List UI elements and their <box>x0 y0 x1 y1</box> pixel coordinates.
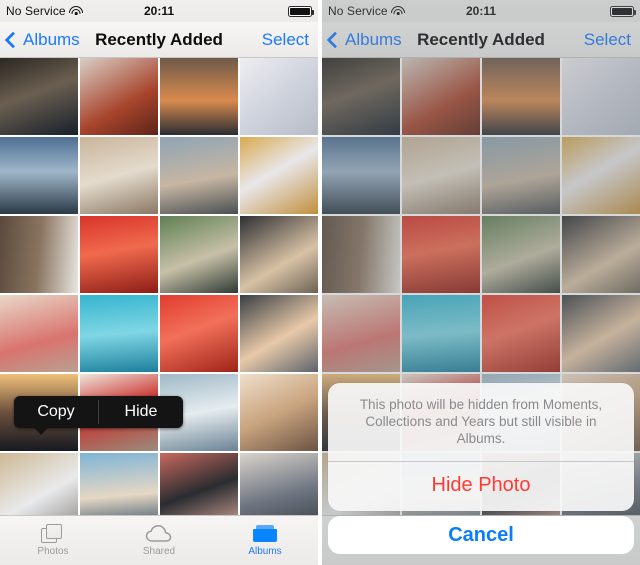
panel-divider <box>318 0 322 565</box>
back-button-label: Albums <box>23 29 80 49</box>
copy-menu-item[interactable]: Copy <box>14 396 98 428</box>
photo-thumbnail[interactable] <box>160 295 238 372</box>
battery-icon <box>288 5 314 17</box>
albums-folder-icon <box>252 524 278 543</box>
hide-photo-action-sheet: This photo will be hidden from Moments, … <box>328 383 634 511</box>
photo-thumbnail-image <box>80 58 158 135</box>
photo-thumbnail-image <box>240 374 318 451</box>
photo-thumbnail[interactable] <box>80 58 158 135</box>
photo-thumbnail[interactable] <box>80 216 158 293</box>
action-sheet-message: This photo will be hidden from Moments, … <box>359 397 603 446</box>
photo-thumbnail[interactable] <box>240 374 318 451</box>
tab-albums[interactable]: Albums <box>212 516 318 565</box>
photo-thumbnail-image <box>240 453 318 515</box>
photo-thumbnail[interactable] <box>160 216 238 293</box>
photo-thumbnail[interactable] <box>0 58 78 135</box>
photo-thumbnail-image <box>240 216 318 293</box>
chevron-left-icon <box>4 31 22 48</box>
photo-thumbnail[interactable] <box>0 453 78 515</box>
popup-menu-bar: Copy Hide <box>14 396 183 428</box>
photo-thumbnail-image <box>0 295 78 372</box>
photo-thumbnail[interactable] <box>160 453 238 515</box>
photo-thumbnail-image <box>240 295 318 372</box>
photo-thumbnail[interactable] <box>0 295 78 372</box>
photo-thumbnail-image <box>0 216 78 293</box>
photo-thumbnail-image <box>80 137 158 214</box>
photo-thumbnail-image <box>0 137 78 214</box>
photo-thumbnail-image <box>0 453 78 515</box>
photo-thumbnail[interactable] <box>80 453 158 515</box>
photo-thumbnail-image <box>0 58 78 135</box>
photo-thumbnail[interactable] <box>240 58 318 135</box>
tab-photos[interactable]: Photos <box>0 516 106 565</box>
photo-thumbnail[interactable] <box>0 216 78 293</box>
photo-thumbnail[interactable] <box>240 295 318 372</box>
tab-shared[interactable]: Shared <box>106 516 212 565</box>
cancel-button-label: Cancel <box>448 523 514 546</box>
hide-photo-button[interactable]: Hide Photo <box>328 462 634 511</box>
select-button[interactable]: Select <box>262 30 318 50</box>
photo-thumbnail[interactable] <box>240 137 318 214</box>
photo-thumbnail-image <box>160 216 238 293</box>
copy-hide-popup-menu[interactable]: Copy Hide <box>14 396 183 435</box>
right-phone-screen: No Service 20:11 Albums Recently Added S… <box>322 0 640 565</box>
photo-thumbnail[interactable] <box>0 137 78 214</box>
photos-icon <box>40 524 66 543</box>
comparison-screenshot: No Service 20:11 Albums Recently Added S… <box>0 0 640 565</box>
photo-thumbnail[interactable] <box>240 216 318 293</box>
photo-thumbnail-image <box>240 137 318 214</box>
clock-label: 20:11 <box>143 4 175 18</box>
photo-grid-left[interactable] <box>0 58 318 515</box>
tab-shared-label: Shared <box>142 546 176 557</box>
photo-thumbnail-image <box>80 295 158 372</box>
cancel-button[interactable]: Cancel <box>328 516 634 554</box>
tab-photos-label: Photos <box>37 546 69 557</box>
photo-thumbnail-image <box>160 58 238 135</box>
cloud-icon <box>145 524 173 543</box>
photo-thumbnail[interactable] <box>160 58 238 135</box>
photo-thumbnail-image <box>160 137 238 214</box>
photo-thumbnail-image <box>160 295 238 372</box>
photo-thumbnail[interactable] <box>80 295 158 372</box>
hide-menu-item[interactable]: Hide <box>99 396 183 428</box>
photo-thumbnail-image <box>160 453 238 515</box>
popup-arrow-icon <box>33 427 49 435</box>
photo-thumbnail[interactable] <box>160 137 238 214</box>
photo-thumbnail[interactable] <box>80 137 158 214</box>
photo-thumbnail-image <box>240 58 318 135</box>
back-button[interactable]: Albums <box>0 30 80 50</box>
navigation-bar: Albums Recently Added Select <box>0 22 318 58</box>
photo-thumbnail[interactable] <box>240 453 318 515</box>
photo-thumbnail-image <box>80 216 158 293</box>
status-bar: No Service 20:11 <box>0 0 318 22</box>
tab-albums-label: Albums <box>248 546 282 557</box>
left-phone-screen: No Service 20:11 Albums Recently Added S… <box>0 0 318 565</box>
photo-thumbnail-image <box>80 453 158 515</box>
tab-bar-left: Photos Shared Albums <box>0 515 318 565</box>
